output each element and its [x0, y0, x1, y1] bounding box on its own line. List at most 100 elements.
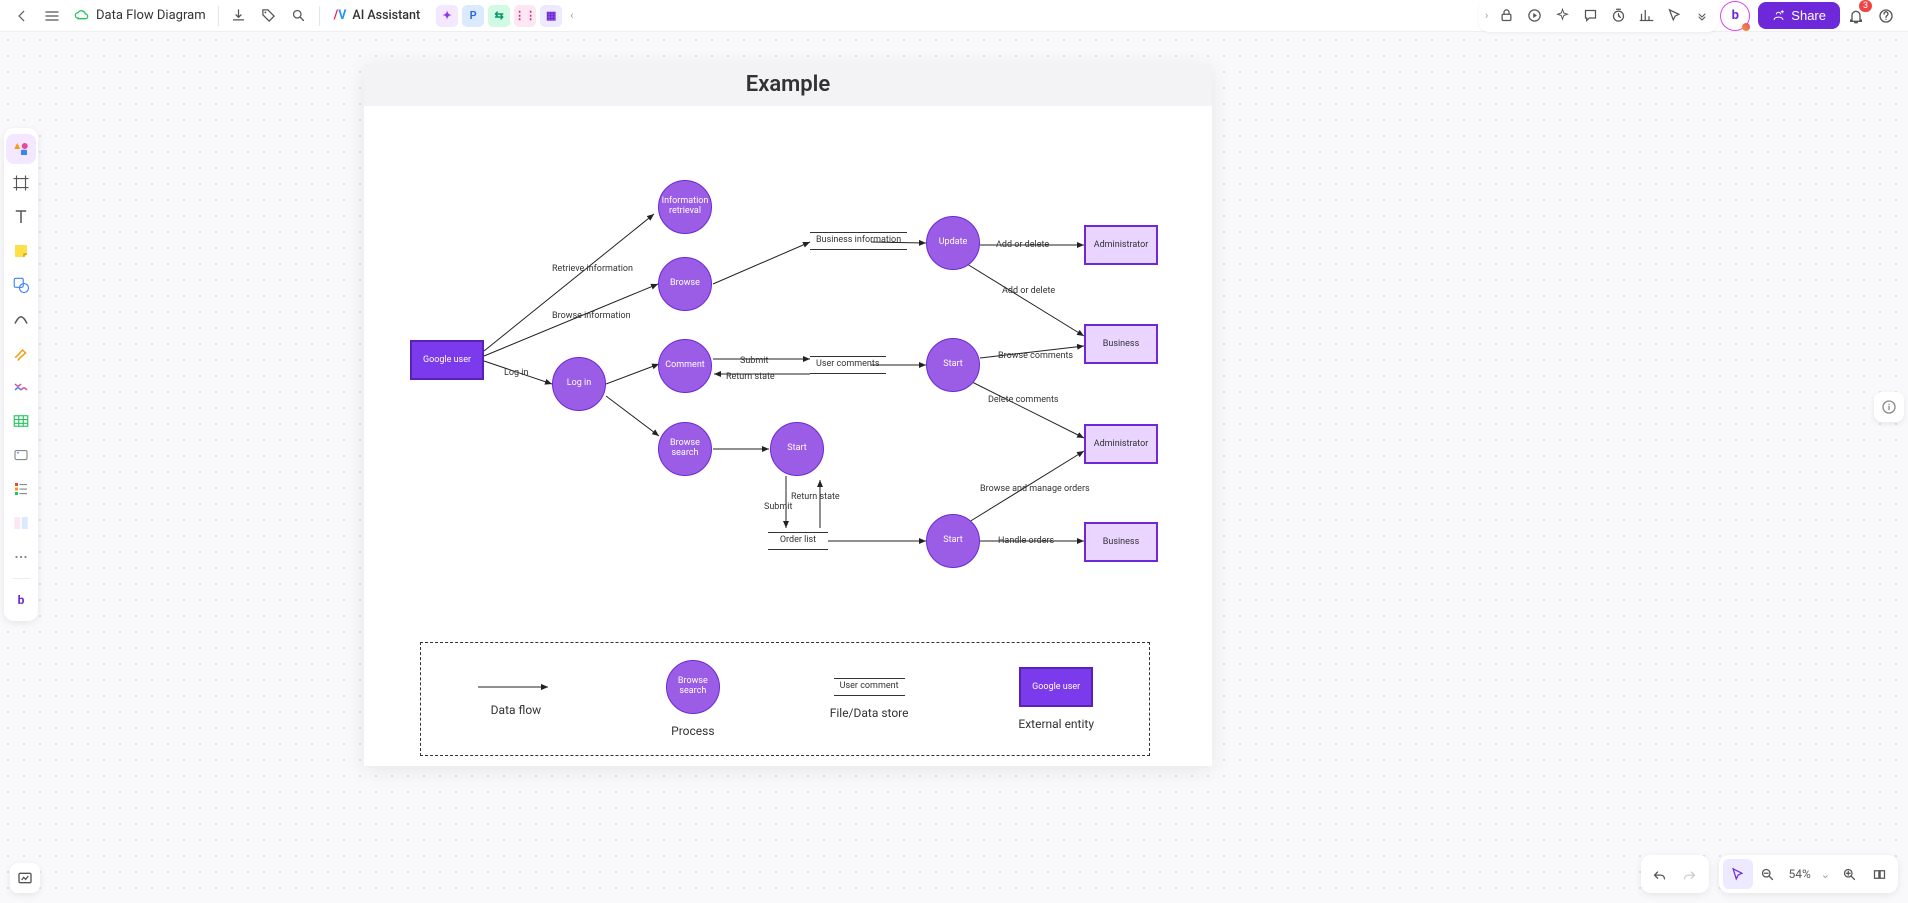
legend-filestore: User comment File/Data store [830, 678, 909, 720]
frame-tool[interactable] [6, 168, 36, 198]
collab-avatar[interactable]: ⇆ [488, 5, 510, 27]
chart-button[interactable] [1632, 2, 1660, 30]
process-start-2[interactable]: Start [926, 338, 980, 392]
panel-tool[interactable] [6, 508, 36, 538]
edge-label: Return state [791, 492, 840, 502]
collab-avatar[interactable]: ▦ [540, 5, 562, 27]
tag-button[interactable] [255, 2, 283, 30]
datastore-user-comments[interactable]: User comments [810, 356, 886, 374]
label: User comments [816, 359, 880, 369]
help-button[interactable] [1872, 2, 1900, 30]
fit-view-button[interactable] [1864, 859, 1894, 889]
cursor-button[interactable] [1660, 2, 1688, 30]
zoom-dropdown-icon[interactable]: ⌄ [1817, 868, 1834, 881]
process-browse[interactable]: Browse [658, 257, 712, 311]
brand-icon[interactable]: b [1720, 1, 1750, 31]
legend-data-flow: Data flow [476, 681, 556, 717]
info-button[interactable] [1874, 392, 1904, 422]
doc-title-text: Data Flow Diagram [96, 8, 206, 23]
label: Update [939, 238, 968, 248]
line-tool[interactable] [6, 304, 36, 334]
menu-button[interactable] [38, 2, 66, 30]
entity-business-1[interactable]: Business [1084, 324, 1158, 364]
bottom-right-controls: 54% ⌄ [1641, 855, 1899, 893]
chevron-left-icon[interactable]: ‹ [566, 9, 577, 22]
connector-tool[interactable] [6, 372, 36, 402]
ai-assistant-button[interactable]: /V AI Assistant [326, 2, 429, 30]
process-info-retrieval[interactable]: Information retrieval [658, 180, 712, 234]
entity-admin-2[interactable]: Administrator [1084, 424, 1158, 464]
legend-datastore-sample: User comment [834, 678, 905, 696]
diagram-document[interactable]: Example [364, 64, 1212, 766]
draw-tool[interactable] [6, 338, 36, 368]
comment-button[interactable] [1576, 2, 1604, 30]
card-tool[interactable] [6, 440, 36, 470]
templates-tool[interactable] [6, 134, 36, 164]
minimap-button[interactable] [10, 863, 40, 893]
pointer-mode-button[interactable] [1723, 859, 1753, 889]
ai-label: AI Assistant [352, 8, 420, 23]
topbar-right: › b Share 3 [1479, 0, 1900, 32]
datastore-business-info[interactable]: Business information [810, 232, 907, 250]
topbar: Data Flow Diagram /V AI Assistant ✦ P ⇆ … [0, 0, 1908, 32]
label: Order list [780, 535, 816, 545]
chevron-right-icon[interactable]: › [1481, 9, 1492, 22]
process-update[interactable]: Update [926, 216, 980, 270]
doc-title-area[interactable]: Data Flow Diagram [68, 6, 212, 26]
datastore-order-list[interactable]: Order list [768, 532, 828, 550]
process-browse-search[interactable]: Browse search [658, 422, 712, 476]
zoom-percentage[interactable]: 54% [1783, 867, 1817, 881]
entity-admin-1[interactable]: Administrator [1084, 225, 1158, 265]
topbar-left: Data Flow Diagram /V AI Assistant ✦ P ⇆ … [8, 2, 577, 30]
legend-process-sample: Browse search [666, 660, 720, 714]
entity-business-2[interactable]: Business [1084, 522, 1158, 562]
right-tool-group: › [1479, 0, 1718, 32]
sparkle-button[interactable] [1548, 2, 1576, 30]
undo-button[interactable] [1645, 859, 1675, 889]
play-button[interactable] [1520, 2, 1548, 30]
zoom-in-button[interactable] [1834, 859, 1864, 889]
label: Business information [816, 235, 901, 245]
edge-label: Add or delete [1002, 286, 1055, 296]
collab-avatar[interactable]: ✦ [436, 5, 458, 27]
back-button[interactable] [8, 2, 36, 30]
table-tool[interactable] [6, 406, 36, 436]
edge-label: Add or delete [996, 240, 1049, 250]
text-tool[interactable] [6, 202, 36, 232]
canvas-area[interactable]: b 54% ⌄ Example [0, 32, 1908, 903]
process-comment[interactable]: Comment [658, 339, 712, 393]
timer-button[interactable] [1604, 2, 1632, 30]
collab-avatar[interactable]: P [462, 5, 484, 27]
more-tools-button[interactable] [1688, 2, 1716, 30]
label: Start [787, 444, 806, 454]
diagram-canvas[interactable]: Google user Administrator Business Admin… [364, 106, 1212, 766]
collab-avatar[interactable]: ⋮⋮ [514, 5, 536, 27]
process-login[interactable]: Log in [552, 357, 606, 411]
edge-label: Retrieve information [552, 264, 633, 274]
left-toolbar: b [4, 128, 38, 621]
redo-button[interactable] [1675, 859, 1705, 889]
label: Information retrieval [662, 197, 709, 217]
edge-label: Browse information [552, 311, 631, 321]
process-start-3[interactable]: Start [926, 514, 980, 568]
label: Business [1103, 339, 1139, 349]
download-button[interactable] [225, 2, 253, 30]
more-tool[interactable] [6, 542, 36, 572]
sticky-note-tool[interactable] [6, 236, 36, 266]
divider [218, 6, 219, 26]
search-button[interactable] [285, 2, 313, 30]
zoom-out-button[interactable] [1753, 859, 1783, 889]
legend-box[interactable]: Data flow Browse search Process User com… [420, 642, 1150, 756]
shape-tool[interactable] [6, 270, 36, 300]
edge-label: Submit [764, 502, 792, 512]
notifications-button[interactable]: 3 [1842, 2, 1870, 30]
label: Browse search [663, 439, 707, 459]
list-tool[interactable] [6, 474, 36, 504]
lock-button[interactable] [1492, 2, 1520, 30]
brand-tool[interactable]: b [6, 585, 36, 615]
share-button[interactable]: Share [1758, 2, 1840, 29]
doc-header: Example [364, 64, 1212, 106]
undo-redo-group [1641, 855, 1709, 893]
entity-google-user[interactable]: Google user [410, 340, 484, 380]
process-start-1[interactable]: Start [770, 422, 824, 476]
